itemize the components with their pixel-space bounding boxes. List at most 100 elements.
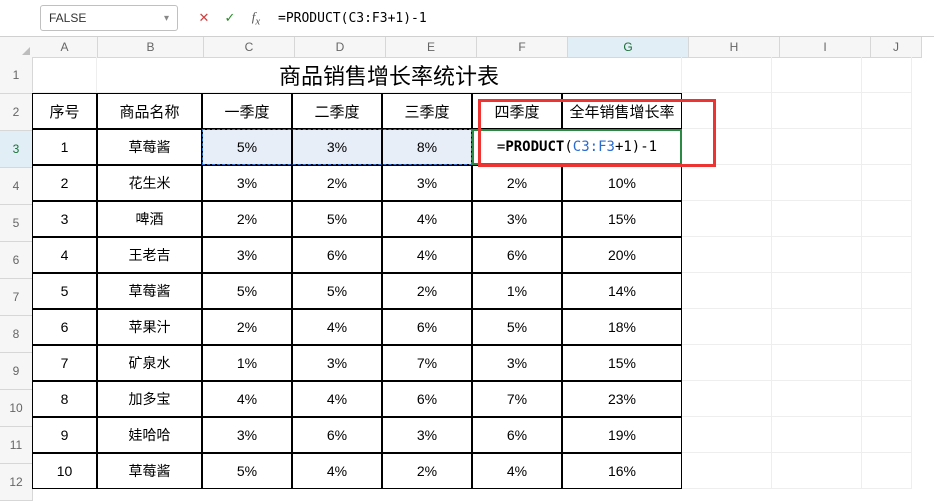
cell-J2[interactable] xyxy=(862,93,912,129)
header-E[interactable]: 三季度 xyxy=(382,93,472,129)
confirm-icon[interactable]: ✓ xyxy=(222,10,238,26)
row-header-7[interactable]: 7 xyxy=(0,279,33,316)
cell-J12[interactable] xyxy=(862,453,912,489)
cell-J8[interactable] xyxy=(862,309,912,345)
select-all-corner[interactable] xyxy=(0,37,33,58)
col-header-H[interactable]: H xyxy=(689,37,780,58)
cell-C9[interactable]: 1% xyxy=(202,345,292,381)
col-header-B[interactable]: B xyxy=(98,37,204,58)
cell-G6[interactable]: 20% xyxy=(562,237,682,273)
cell-H6[interactable] xyxy=(682,237,772,273)
cell-D4[interactable]: 2% xyxy=(292,165,382,201)
row-header-8[interactable]: 8 xyxy=(0,316,33,353)
col-header-C[interactable]: C xyxy=(204,37,295,58)
cell-name[interactable]: 王老吉 xyxy=(97,237,202,273)
cell-C12[interactable]: 5% xyxy=(202,453,292,489)
cell-I11[interactable] xyxy=(772,417,862,453)
row-header-11[interactable]: 11 xyxy=(0,427,33,464)
cell-J1[interactable] xyxy=(862,57,912,93)
cell-F5[interactable]: 3% xyxy=(472,201,562,237)
cell-name[interactable]: 加多宝 xyxy=(97,381,202,417)
cell-J5[interactable] xyxy=(862,201,912,237)
cell-C11[interactable]: 3% xyxy=(202,417,292,453)
row-header-9[interactable]: 9 xyxy=(0,353,33,390)
cell-I7[interactable] xyxy=(772,273,862,309)
cell-D11[interactable]: 6% xyxy=(292,417,382,453)
cell-name[interactable]: 草莓酱 xyxy=(97,129,202,165)
active-cell[interactable]: = PRODUCT ( C3:F3 +1 ) -1 xyxy=(472,129,682,165)
cell-C3[interactable]: 5% xyxy=(202,129,292,165)
cell-F7[interactable]: 1% xyxy=(472,273,562,309)
header-F[interactable]: 四季度 xyxy=(472,93,562,129)
header-G[interactable]: 全年销售增长率 xyxy=(562,93,682,129)
cell-E4[interactable]: 3% xyxy=(382,165,472,201)
col-header-J[interactable]: J xyxy=(871,37,922,58)
cell-D9[interactable]: 3% xyxy=(292,345,382,381)
cell-F8[interactable]: 5% xyxy=(472,309,562,345)
cell-H9[interactable] xyxy=(682,345,772,381)
row-header-6[interactable]: 6 xyxy=(0,242,33,279)
cell-name[interactable]: 草莓酱 xyxy=(97,273,202,309)
cell-F4[interactable]: 2% xyxy=(472,165,562,201)
cell-G7[interactable]: 14% xyxy=(562,273,682,309)
cell-E11[interactable]: 3% xyxy=(382,417,472,453)
cell-G8[interactable]: 18% xyxy=(562,309,682,345)
cell-E8[interactable]: 6% xyxy=(382,309,472,345)
cell-E7[interactable]: 2% xyxy=(382,273,472,309)
cell-E5[interactable]: 4% xyxy=(382,201,472,237)
cell-D8[interactable]: 4% xyxy=(292,309,382,345)
cell-I1[interactable] xyxy=(772,57,862,93)
cell-I9[interactable] xyxy=(772,345,862,381)
row-header-10[interactable]: 10 xyxy=(0,390,33,427)
col-header-E[interactable]: E xyxy=(386,37,477,58)
cell-G11[interactable]: 19% xyxy=(562,417,682,453)
cell-F10[interactable]: 7% xyxy=(472,381,562,417)
cell-I10[interactable] xyxy=(772,381,862,417)
cell-I6[interactable] xyxy=(772,237,862,273)
cell-seq[interactable]: 2 xyxy=(32,165,97,201)
table-title[interactable]: 商品销售增长率统计表 xyxy=(97,57,682,93)
cell-E6[interactable]: 4% xyxy=(382,237,472,273)
cell-C7[interactable]: 5% xyxy=(202,273,292,309)
cell-C4[interactable]: 3% xyxy=(202,165,292,201)
cell-name[interactable]: 矿泉水 xyxy=(97,345,202,381)
cell-G5[interactable]: 15% xyxy=(562,201,682,237)
row-header-4[interactable]: 4 xyxy=(0,168,33,205)
cell-H11[interactable] xyxy=(682,417,772,453)
cell-J4[interactable] xyxy=(862,165,912,201)
cell-D3[interactable]: 3% xyxy=(292,129,382,165)
cell-I8[interactable] xyxy=(772,309,862,345)
cell-E9[interactable]: 7% xyxy=(382,345,472,381)
cell-F11[interactable]: 6% xyxy=(472,417,562,453)
header-B[interactable]: 商品名称 xyxy=(97,93,202,129)
cell-E10[interactable]: 6% xyxy=(382,381,472,417)
fx-icon[interactable]: fx xyxy=(248,9,264,28)
header-D[interactable]: 二季度 xyxy=(292,93,382,129)
cell-H12[interactable] xyxy=(682,453,772,489)
cell-F6[interactable]: 6% xyxy=(472,237,562,273)
cell-C8[interactable]: 2% xyxy=(202,309,292,345)
cell-H2[interactable] xyxy=(682,93,772,129)
cell-H8[interactable] xyxy=(682,309,772,345)
cell-seq[interactable]: 7 xyxy=(32,345,97,381)
cell-seq[interactable]: 6 xyxy=(32,309,97,345)
cell-J7[interactable] xyxy=(862,273,912,309)
col-header-A[interactable]: A xyxy=(32,37,98,58)
cell-F12[interactable]: 4% xyxy=(472,453,562,489)
cell-J11[interactable] xyxy=(862,417,912,453)
row-header-3[interactable]: 3 xyxy=(0,131,33,168)
cell-I3[interactable] xyxy=(772,129,862,165)
row-header-5[interactable]: 5 xyxy=(0,205,33,242)
cell-F9[interactable]: 3% xyxy=(472,345,562,381)
cell-D6[interactable]: 6% xyxy=(292,237,382,273)
cell-H7[interactable] xyxy=(682,273,772,309)
cell-H5[interactable] xyxy=(682,201,772,237)
cell-E12[interactable]: 2% xyxy=(382,453,472,489)
cell-G4[interactable]: 10% xyxy=(562,165,682,201)
cell-seq[interactable]: 5 xyxy=(32,273,97,309)
cell-seq[interactable]: 8 xyxy=(32,381,97,417)
cell-H3[interactable] xyxy=(682,129,772,165)
cell-H1[interactable] xyxy=(682,57,772,93)
cell-name[interactable]: 娃哈哈 xyxy=(97,417,202,453)
cell-G10[interactable]: 23% xyxy=(562,381,682,417)
